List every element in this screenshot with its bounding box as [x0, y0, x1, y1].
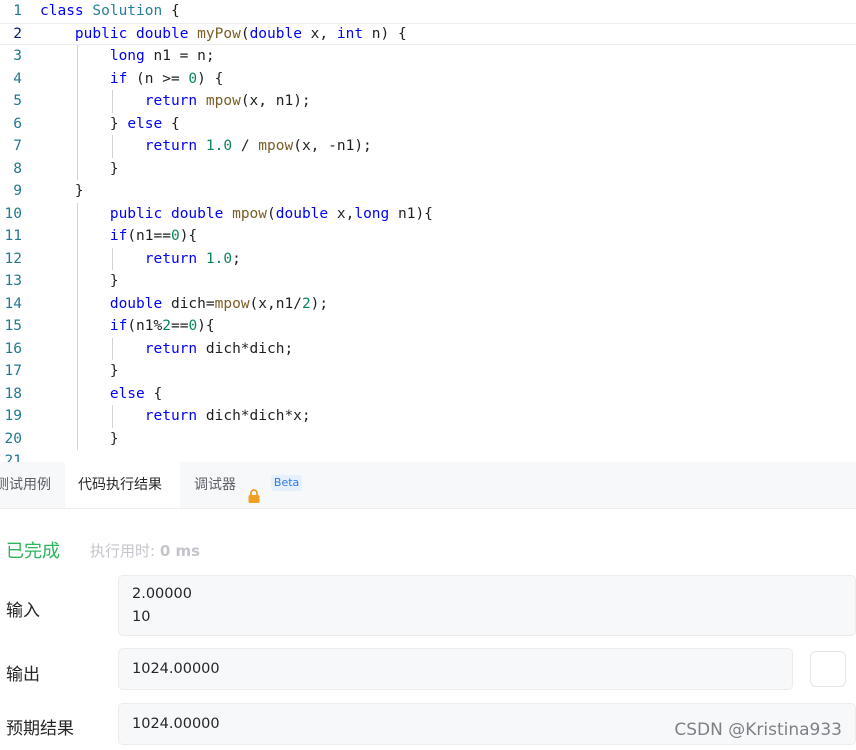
output-label: 输出	[6, 665, 40, 685]
code-text: double dich=mpow(x,n1/2);	[109, 295, 329, 312]
tab-testcase-label: 测试用例	[0, 477, 51, 493]
code-text: } else {	[40, 115, 180, 132]
code-text: else {	[109, 385, 163, 402]
code-line[interactable]: 4 if (n >= 0) {	[0, 67, 856, 90]
watermark: CSDN @Kristina933	[674, 720, 842, 740]
code-text: }	[40, 430, 119, 447]
code-line[interactable]: 12 return 1.0;	[0, 247, 856, 270]
code-line[interactable]: 20 }	[0, 427, 856, 450]
code-editor[interactable]: 1 class Solution { 2 public double myPow(d…	[0, 0, 856, 462]
line-number: 2	[13, 25, 22, 42]
line-number: 12	[4, 250, 22, 267]
code-text: class Solution {	[40, 3, 180, 19]
input-box: 2.00000 10	[118, 575, 856, 636]
line-number: 1	[13, 3, 22, 19]
code-line[interactable]: 15 if(n1%2==0){	[0, 315, 856, 338]
line-number: 9	[13, 183, 22, 199]
runtime-info: 执行用时: 0 ms	[90, 540, 200, 561]
output-value: 1024.00000	[132, 661, 220, 677]
tab-testcase[interactable]: 测试用例	[0, 462, 65, 508]
line-number: 4	[13, 70, 22, 87]
code-text: return dich*dich*x;	[144, 408, 311, 424]
code-line[interactable]: 6 } else {	[0, 112, 856, 135]
line-number: 16	[4, 340, 22, 357]
code-text: }	[40, 183, 84, 199]
expected-label: 预期结果	[6, 719, 74, 739]
code-line[interactable]: 21	[0, 450, 856, 462]
beta-badge: Beta	[270, 475, 303, 491]
diff-toggle-button[interactable]	[810, 651, 846, 687]
code-line[interactable]: 7 return 1.0 / mpow(x, -n1);	[0, 135, 856, 158]
input-label: 输入	[6, 601, 40, 621]
tab-debugger-label: 调试器	[194, 477, 236, 493]
tab-debugger[interactable]: 调试器 Beta	[194, 462, 303, 508]
line-number: 7	[13, 138, 22, 154]
line-number: 3	[13, 48, 22, 64]
code-text: }	[40, 160, 119, 177]
line-number: 19	[4, 408, 22, 424]
code-line[interactable]: 14 double dich=mpow(x,n1/2);	[0, 292, 856, 315]
result-tabs: 测试用例 代码执行结果 调试器 Beta	[0, 462, 856, 509]
code-text: return 1.0 / mpow(x, -n1);	[144, 138, 372, 154]
code-line[interactable]: 2 public double myPow(double x, int n) {	[0, 22, 856, 45]
line-number: 17	[4, 363, 22, 379]
line-number: 5	[13, 93, 22, 109]
code-text: if(n1%2==0){	[109, 318, 215, 334]
line-number: 10	[4, 205, 22, 222]
line-number: 21	[4, 453, 22, 462]
code-text: }	[40, 273, 119, 289]
code-text: public double myPow(double x, int n) {	[74, 25, 407, 42]
line-number: 15	[4, 318, 22, 334]
code-text: long n1 = n;	[109, 48, 215, 64]
code-text: if(n1==0){	[109, 228, 198, 244]
tab-result[interactable]: 代码执行结果	[65, 462, 180, 508]
code-line[interactable]: 13 }	[0, 270, 856, 293]
line-number: 13	[4, 273, 22, 289]
code-line[interactable]: 18 else {	[0, 382, 856, 405]
tab-result-label: 代码执行结果	[78, 477, 162, 493]
run-status: 已完成	[6, 541, 60, 562]
line-number: 18	[4, 385, 22, 402]
code-line[interactable]: 8 }	[0, 157, 856, 180]
line-number: 8	[13, 160, 22, 177]
line-number: 6	[13, 115, 22, 132]
code-line[interactable]: 11 if(n1==0){	[0, 225, 856, 248]
code-text: return 1.0;	[144, 250, 241, 267]
input-line: 10	[132, 609, 151, 625]
code-line[interactable]: 3 long n1 = n;	[0, 45, 856, 68]
code-line[interactable]: 5 return mpow(x, n1);	[0, 90, 856, 113]
code-line[interactable]: 16 return dich*dich;	[0, 337, 856, 360]
output-box: 1024.00000	[118, 648, 793, 690]
input-line: 2.00000	[132, 586, 192, 602]
code-line[interactable]: 9 }	[0, 180, 856, 203]
code-line[interactable]: 17 }	[0, 360, 856, 383]
runtime-value: 0 ms	[159, 542, 201, 560]
code-text: return dich*dich;	[144, 340, 294, 357]
line-number: 11	[4, 228, 22, 244]
code-text: }	[40, 363, 119, 379]
code-line[interactable]: 19 return dich*dich*x;	[0, 405, 856, 428]
code-text: public double mpow(double x,long n1){	[109, 205, 433, 222]
code-line[interactable]: 1 class Solution {	[0, 0, 856, 23]
code-text: return mpow(x, n1);	[144, 93, 311, 109]
lock-icon	[248, 476, 260, 503]
runtime-label: 执行用时:	[90, 542, 156, 560]
line-number: 20	[4, 430, 22, 447]
line-number: 14	[4, 295, 22, 312]
code-text: if (n >= 0) {	[109, 70, 224, 87]
code-line[interactable]: 10 public double mpow(double x,long n1){	[0, 202, 856, 225]
